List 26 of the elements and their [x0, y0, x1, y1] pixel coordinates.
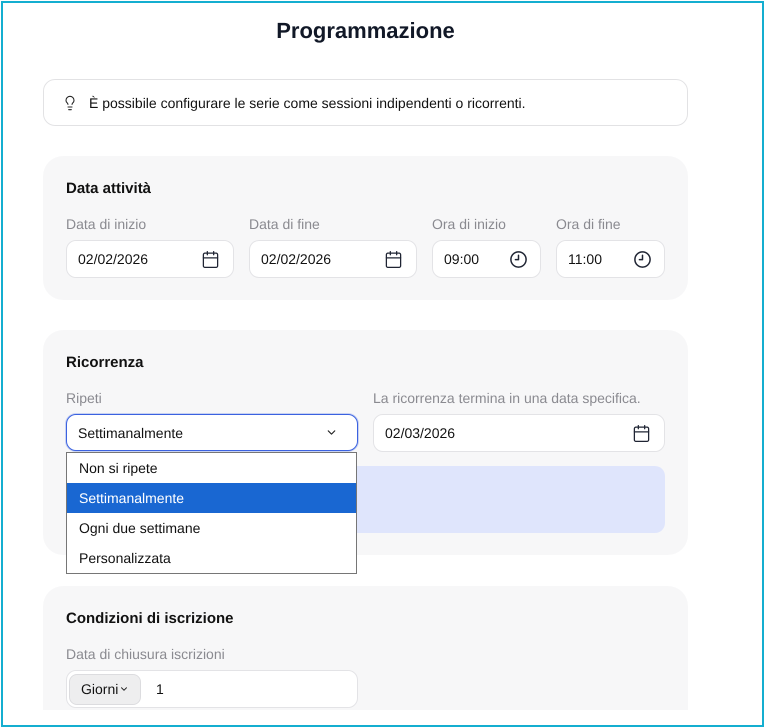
- date-field[interactable]: 02/02/2026: [249, 240, 417, 278]
- clock-icon: [510, 250, 527, 268]
- field-label: Data di inizio: [66, 215, 146, 233]
- time-field[interactable]: 09:00: [432, 240, 541, 278]
- calendar-icon: [632, 424, 651, 442]
- date-field[interactable]: 02/02/2026: [66, 240, 234, 278]
- unit-select-button[interactable]: Giorni: [69, 674, 141, 704]
- calendar-icon: [384, 250, 403, 268]
- date-field[interactable]: 02/03/2026: [373, 414, 665, 452]
- days-input-field[interactable]: Giorni 1: [66, 670, 358, 708]
- tip-text: È possibile configurare le serie come sessioni indipendenti o ricorrenti.: [89, 94, 526, 110]
- field-label: Ora di fine: [556, 215, 621, 233]
- repeat-select[interactable]: Settimanalmente: [66, 414, 358, 451]
- section-title: Ricorrenza: [66, 353, 145, 373]
- calendar-icon: [201, 250, 220, 268]
- field-label: Ripeti: [66, 389, 102, 407]
- page-title: Programmazione: [276, 17, 455, 45]
- field-label: Ora di inizio: [432, 215, 506, 233]
- field-label: La ricorrenza termina in una data specifica.: [373, 389, 641, 407]
- section-title: Condizioni di iscrizione: [66, 609, 235, 629]
- time-field[interactable]: 11:00: [556, 240, 665, 278]
- clock-icon: [634, 250, 651, 268]
- dropdown-option[interactable]: Settimanalmente: [67, 483, 356, 513]
- field-label: Data di fine: [249, 215, 320, 233]
- section-title: Data attività: [66, 179, 152, 199]
- field-label: Data di chiusura iscrizioni: [66, 645, 225, 663]
